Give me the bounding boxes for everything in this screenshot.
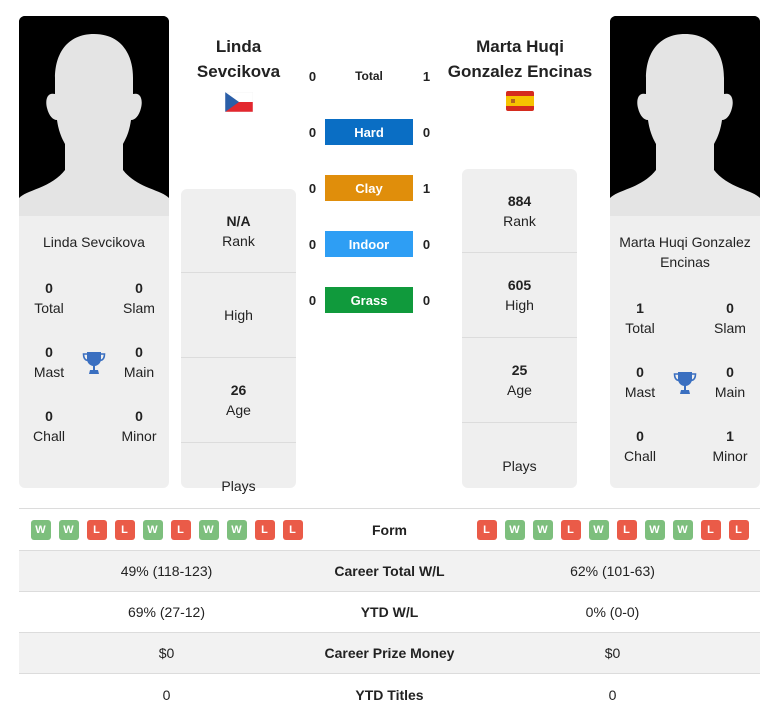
- player2-titles-grid: 1 Total 0 Slam 0 Mast 0 Main 0 Chall 1 Minor: [610, 298, 760, 490]
- form-loss-badge[interactable]: L: [616, 519, 637, 540]
- player1-titles-card: Linda Sevcikova 0 Total 0 Slam 0 Mast 0 Main…: [19, 216, 169, 488]
- player1-value: 49% (118-123): [120, 563, 213, 579]
- player2-main-titles: 0 Main: [714, 364, 746, 400]
- player1-minor-titles: 0 Minor: [121, 408, 157, 444]
- surface-badge-clay[interactable]: Clay: [325, 175, 413, 201]
- h2h-row-total: 0 Total 1: [308, 68, 431, 84]
- form-loss-badge[interactable]: L: [170, 519, 191, 540]
- form-loss-badge[interactable]: L: [86, 519, 107, 540]
- spain-flag-icon: [506, 91, 534, 111]
- player2-value: 0% (0-0): [585, 604, 640, 620]
- czech-republic-flag-icon: [225, 92, 253, 112]
- row-label: YTD W/L: [360, 604, 419, 620]
- player2-rank: 884 Rank: [462, 169, 577, 253]
- player2-plays: Plays: [502, 457, 537, 474]
- player2-photo: [610, 16, 760, 216]
- table-row: 49% (118-123) Career Total W/L 62% (101-…: [19, 551, 760, 592]
- form-loss-badge[interactable]: L: [728, 519, 749, 540]
- player1-value: 69% (27-12): [127, 604, 206, 620]
- trophy-icon: [673, 372, 697, 394]
- form-loss-badge[interactable]: L: [476, 519, 497, 540]
- player1-photo: [19, 16, 169, 216]
- player2-form-list: LWWLWLWWLL: [465, 519, 760, 540]
- form-loss-badge[interactable]: L: [254, 519, 275, 540]
- player1-total-titles: 0 Total: [34, 280, 64, 316]
- row-label: Career Prize Money: [324, 645, 455, 661]
- player1-age: 26 Age: [181, 358, 296, 443]
- table-row: 0 YTD Titles 0: [19, 674, 760, 715]
- player1-main-titles: 0 Main: [123, 344, 155, 380]
- h2h-row-clay: 0 Clay 1: [300, 175, 440, 201]
- player1-value: 0: [162, 686, 171, 703]
- form-loss-badge[interactable]: L: [282, 519, 303, 540]
- player1-titles-grid: 0 Total 0 Slam 0 Mast 0 Main 0 Chall 0 Minor: [19, 278, 169, 470]
- avatar-silhouette-icon: [610, 16, 760, 216]
- player1-value: $0: [158, 645, 175, 661]
- player2-mast-titles: 0 Mast: [624, 364, 656, 400]
- player2-value: 62% (101-63): [570, 563, 655, 579]
- trophy-icon: [82, 352, 106, 374]
- form-win-badge[interactable]: W: [504, 519, 525, 540]
- h2h-row-hard: 0 Hard 0: [300, 119, 440, 145]
- form-win-badge[interactable]: W: [226, 519, 247, 540]
- surface-badge-indoor[interactable]: Indoor: [325, 231, 413, 257]
- form-loss-badge[interactable]: L: [700, 519, 721, 540]
- player2-name-heading[interactable]: Marta Huqi Gonzalez Encinas: [440, 34, 600, 84]
- player1-rank: N/A Rank: [181, 189, 296, 273]
- form-win-badge[interactable]: W: [142, 519, 163, 540]
- form-win-badge[interactable]: W: [532, 519, 553, 540]
- player1-form-list: WWLLWLWWLL: [19, 519, 314, 540]
- player1-stats-card: N/A Rank High 26 Age Plays: [181, 189, 296, 494]
- form-win-badge[interactable]: W: [58, 519, 79, 540]
- player1-chall-titles: 0 Chall: [33, 408, 65, 444]
- form-win-badge[interactable]: W: [588, 519, 609, 540]
- form-win-badge[interactable]: W: [672, 519, 693, 540]
- form-loss-badge[interactable]: L: [560, 519, 581, 540]
- player2-total-titles: 1 Total: [625, 300, 655, 336]
- table-row: 69% (27-12) YTD W/L 0% (0-0): [19, 592, 760, 633]
- surface-badge-hard[interactable]: Hard: [325, 119, 413, 145]
- form-win-badge[interactable]: W: [198, 519, 219, 540]
- player1-name-heading[interactable]: Linda Sevcikova: [181, 34, 296, 84]
- h2h-row-indoor: 0 Indoor 0: [300, 231, 440, 257]
- player2-stats-card: 884 Rank 605 High 25 Age Plays: [462, 169, 577, 488]
- form-label: Form: [372, 521, 407, 538]
- player2-age: 25 Age: [462, 338, 577, 423]
- player1-card-name[interactable]: Linda Sevcikova: [19, 216, 169, 252]
- h2h-row-grass: 0 Grass 0: [300, 287, 440, 313]
- avatar-silhouette-icon: [19, 16, 169, 216]
- player2-value: 0: [608, 686, 617, 703]
- surface-badge-grass[interactable]: Grass: [325, 287, 413, 313]
- player1-high: High: [181, 273, 296, 358]
- form-loss-badge[interactable]: L: [114, 519, 135, 540]
- player2-value: $0: [604, 645, 621, 661]
- player2-high: 605 High: [462, 253, 577, 338]
- form-win-badge[interactable]: W: [644, 519, 665, 540]
- player2-slam-titles: 0 Slam: [714, 300, 746, 336]
- form-win-badge[interactable]: W: [30, 519, 51, 540]
- comparison-table: WWLLWLWWLL Form LWWLWLWWLL 49% (118-123)…: [19, 508, 760, 715]
- player1-slam-titles: 0 Slam: [123, 280, 155, 316]
- table-row: $0 Career Prize Money $0: [19, 633, 760, 674]
- form-row: WWLLWLWWLL Form LWWLWLWWLL: [19, 509, 760, 551]
- player2-titles-card: Marta Huqi Gonzalez Encinas 1 Total 0 Slam…: [610, 216, 760, 488]
- row-label: Career Total W/L: [334, 563, 445, 579]
- player2-chall-titles: 0 Chall: [624, 428, 656, 464]
- row-label: YTD Titles: [355, 686, 424, 703]
- player2-card-name[interactable]: Marta Huqi Gonzalez Encinas: [610, 216, 760, 272]
- player2-minor-titles: 1 Minor: [712, 428, 748, 464]
- player1-mast-titles: 0 Mast: [33, 344, 65, 380]
